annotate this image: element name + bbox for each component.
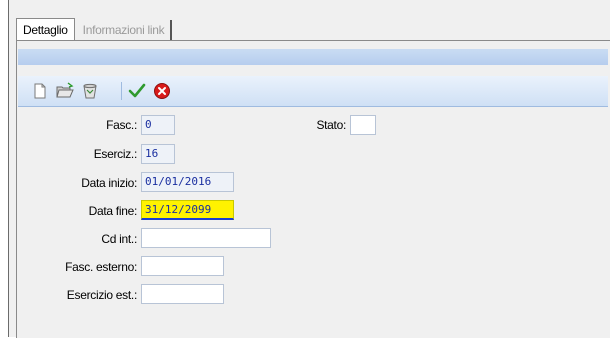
panel-header-strip xyxy=(18,49,608,65)
green-check-icon[interactable] xyxy=(128,82,146,100)
eserciz-label: Eserciz.: xyxy=(93,147,138,161)
tab-bar: Dettaglio Informazioni link xyxy=(16,18,173,40)
cd-int-field[interactable] xyxy=(141,228,271,248)
recycle-bin-icon[interactable] xyxy=(81,82,99,100)
data-inizio-field[interactable]: 01/01/2016 xyxy=(141,172,234,192)
cd-int-label: Cd int.: xyxy=(101,232,137,246)
data-fine-field[interactable]: 31/12/2099 xyxy=(141,200,234,220)
tab-informazioni-link[interactable]: Informazioni link xyxy=(77,20,173,40)
stato-label: Stato: xyxy=(316,118,346,132)
fasc-esterno-field[interactable] xyxy=(141,256,224,276)
new-document-icon[interactable] xyxy=(31,82,49,100)
fasc-label: Fasc.: xyxy=(106,118,137,132)
data-inizio-label: Data inizio: xyxy=(81,176,137,190)
fasc-esterno-label: Fasc. esterno: xyxy=(65,260,137,274)
tab-dettaglio[interactable]: Dettaglio xyxy=(16,18,75,40)
data-fine-label: Data fine: xyxy=(88,204,138,218)
red-cancel-icon[interactable] xyxy=(153,82,171,100)
toolbar-separator xyxy=(121,82,122,100)
toolbar xyxy=(18,76,608,107)
esercizio-est-field[interactable] xyxy=(141,284,224,304)
open-folder-icon[interactable] xyxy=(56,82,74,100)
esercizio-est-label: Esercizio est.: xyxy=(66,288,138,302)
eserciz-field[interactable]: 16 xyxy=(141,144,175,164)
fasc-field[interactable]: 0 xyxy=(141,115,175,135)
stato-field[interactable] xyxy=(350,115,376,135)
